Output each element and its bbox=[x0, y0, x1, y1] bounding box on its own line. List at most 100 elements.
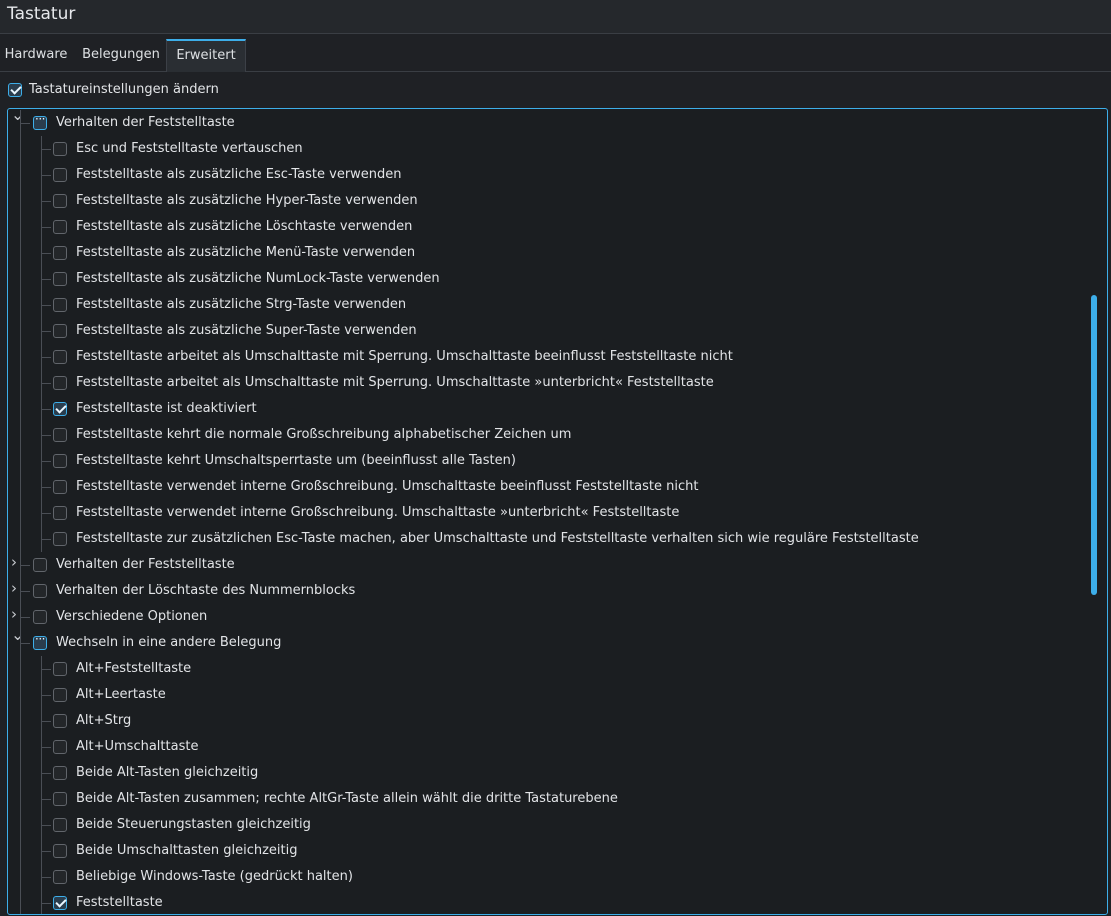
tree-option-row[interactable]: Feststelltaste als zusätzliche Löschtast… bbox=[8, 214, 1083, 240]
option-checkbox[interactable] bbox=[53, 870, 67, 884]
tree-option-row[interactable]: Feststelltaste ist deaktiviert bbox=[8, 396, 1083, 422]
option-checkbox[interactable] bbox=[53, 168, 67, 182]
group-checkbox[interactable] bbox=[33, 558, 47, 572]
option-checkbox[interactable] bbox=[53, 662, 67, 676]
window-title: Tastatur bbox=[7, 4, 76, 24]
tree-branch-line bbox=[20, 786, 21, 812]
tree-option-row[interactable]: Beide Steuerungstasten gleichzeitig bbox=[8, 812, 1083, 838]
tree-branch-line bbox=[41, 734, 42, 760]
tree-option-row[interactable]: Feststelltaste als zusätzliche NumLock-T… bbox=[8, 266, 1083, 292]
tree-branch-line bbox=[20, 188, 21, 214]
option-checkbox[interactable] bbox=[53, 350, 67, 364]
tree-branch-line bbox=[41, 851, 51, 852]
option-checkbox[interactable] bbox=[53, 194, 67, 208]
tree-option-row[interactable]: Feststelltaste verwendet interne Großsch… bbox=[8, 474, 1083, 500]
tree-option-row[interactable]: Beide Alt-Tasten zusammen; rechte AltGr-… bbox=[8, 786, 1083, 812]
tree-scrollbar[interactable] bbox=[1091, 115, 1097, 905]
tree-branch-line bbox=[20, 136, 21, 162]
group-checkbox[interactable] bbox=[33, 632, 47, 650]
option-checkbox[interactable] bbox=[53, 480, 67, 494]
tree-option-row[interactable]: Feststelltaste als zusätzliche Strg-Tast… bbox=[8, 292, 1083, 318]
tree-option-row[interactable]: Feststelltaste kehrt die normale Großsch… bbox=[8, 422, 1083, 448]
tree-branch-line bbox=[41, 305, 51, 306]
tab-belegungen[interactable]: Belegungen bbox=[76, 40, 166, 70]
tree-option-row[interactable]: Beide Alt-Tasten gleichzeitig bbox=[8, 760, 1083, 786]
tree-option-row[interactable]: Feststelltaste arbeitet als Umschalttast… bbox=[8, 370, 1083, 396]
tab-hardware[interactable]: Hardware bbox=[0, 40, 72, 70]
tree-branch-line bbox=[41, 279, 51, 280]
tree-option-label: Feststelltaste als zusätzliche Menü-Tast… bbox=[76, 245, 416, 260]
options-tree[interactable]: ⌄Verhalten der Feststelltaste Esc und Fes… bbox=[7, 108, 1108, 915]
tree-scrollbar-thumb[interactable] bbox=[1091, 295, 1097, 595]
tree-option-row[interactable]: Feststelltaste zur zusätzlichen Esc-Tast… bbox=[8, 526, 1083, 552]
tree-group-label: Wechseln in eine andere Belegung bbox=[56, 635, 282, 650]
option-checkbox[interactable] bbox=[53, 714, 67, 728]
tree-option-label: Alt+Umschalttaste bbox=[76, 739, 199, 754]
option-checkbox[interactable] bbox=[53, 142, 67, 156]
tree-group-label: Verhalten der Löschtaste des Nummernbloc… bbox=[56, 583, 356, 598]
group-checkbox[interactable] bbox=[33, 112, 47, 130]
tree-option-label: Beide Steuerungstasten gleichzeitig bbox=[76, 817, 311, 832]
tree-option-row[interactable]: Feststelltaste verwendet interne Großsch… bbox=[8, 500, 1083, 526]
option-checkbox[interactable] bbox=[53, 220, 67, 234]
tree-branch-line bbox=[41, 812, 42, 838]
tab-bar: Hardware Belegungen Erweitert bbox=[0, 34, 1111, 72]
option-checkbox[interactable] bbox=[53, 272, 67, 286]
tree-option-row[interactable]: Beide Umschalttasten gleichzeitig bbox=[8, 838, 1083, 864]
option-checkbox[interactable] bbox=[53, 298, 67, 312]
tree-group-row[interactable]: ⌄Wechseln in eine andere Belegung bbox=[8, 627, 1083, 656]
option-checkbox[interactable] bbox=[53, 766, 67, 780]
tree-branch-line bbox=[41, 825, 51, 826]
tree-branch-line bbox=[20, 123, 30, 124]
option-checkbox[interactable] bbox=[53, 246, 67, 260]
tree-option-row[interactable]: Esc und Feststelltaste vertauschen bbox=[8, 136, 1083, 162]
tree-option-row[interactable]: Feststelltaste als zusätzliche Super-Tas… bbox=[8, 318, 1083, 344]
option-checkbox[interactable] bbox=[53, 402, 67, 416]
tree-branch-line bbox=[20, 864, 21, 890]
tree-branch-line bbox=[41, 422, 42, 448]
tree-branch-line bbox=[41, 890, 42, 914]
option-checkbox[interactable] bbox=[53, 506, 67, 520]
tree-branch-line bbox=[41, 682, 42, 708]
tree-option-label: Feststelltaste bbox=[76, 895, 163, 910]
settings-toggle-checkbox[interactable] bbox=[8, 83, 22, 97]
option-checkbox[interactable] bbox=[53, 740, 67, 754]
tree-option-row[interactable]: Feststelltaste bbox=[8, 890, 1083, 914]
tree-group-row[interactable]: › Verhalten der Feststelltaste bbox=[8, 552, 1083, 578]
option-checkbox[interactable] bbox=[53, 688, 67, 702]
option-checkbox[interactable] bbox=[53, 324, 67, 338]
tree-option-row[interactable]: Alt+Strg bbox=[8, 708, 1083, 734]
tree-option-row[interactable]: Alt+Leertaste bbox=[8, 682, 1083, 708]
tree-branch-line bbox=[20, 266, 21, 292]
option-checkbox[interactable] bbox=[53, 792, 67, 806]
option-checkbox[interactable] bbox=[53, 376, 67, 390]
tree-branch-line bbox=[20, 708, 21, 734]
option-checkbox[interactable] bbox=[53, 428, 67, 442]
tree-option-row[interactable]: Feststelltaste als zusätzliche Menü-Tast… bbox=[8, 240, 1083, 266]
tree-option-row[interactable]: Feststelltaste kehrt Umschaltsperrtaste … bbox=[8, 448, 1083, 474]
group-checkbox[interactable] bbox=[33, 610, 47, 624]
option-checkbox[interactable] bbox=[53, 532, 67, 546]
tree-option-row[interactable]: Feststelltaste als zusätzliche Hyper-Tas… bbox=[8, 188, 1083, 214]
option-checkbox[interactable] bbox=[53, 818, 67, 832]
tree-branch-line bbox=[41, 344, 42, 370]
tree-branch-line bbox=[41, 357, 51, 358]
group-checkbox[interactable] bbox=[33, 584, 47, 598]
option-checkbox[interactable] bbox=[53, 454, 67, 468]
tree-group-row[interactable]: › Verschiedene Optionen bbox=[8, 604, 1083, 630]
tree-branch-line bbox=[20, 500, 21, 526]
tree-branch-line bbox=[20, 370, 21, 396]
tree-option-row[interactable]: Alt+Umschalttaste bbox=[8, 734, 1083, 760]
tree-option-row[interactable]: Feststelltaste arbeitet als Umschalttast… bbox=[8, 344, 1083, 370]
tree-branch-line bbox=[41, 760, 42, 786]
tab-erweitert[interactable]: Erweitert bbox=[166, 39, 246, 72]
tree-option-row[interactable]: Feststelltaste als zusätzliche Esc-Taste… bbox=[8, 162, 1083, 188]
option-checkbox[interactable] bbox=[53, 844, 67, 858]
option-checkbox[interactable] bbox=[53, 896, 67, 910]
tree-group-row[interactable]: ⌄Verhalten der Feststelltaste bbox=[8, 109, 1083, 136]
tree-group-row[interactable]: › Verhalten der Löschtaste des Nummernblo… bbox=[8, 578, 1083, 604]
tree-branch-line bbox=[41, 214, 42, 240]
tree-option-row[interactable]: Alt+Feststelltaste bbox=[8, 656, 1083, 682]
tree-option-row[interactable]: Beliebige Windows-Taste (gedrückt halten… bbox=[8, 864, 1083, 890]
tree-branch-line bbox=[41, 513, 51, 514]
